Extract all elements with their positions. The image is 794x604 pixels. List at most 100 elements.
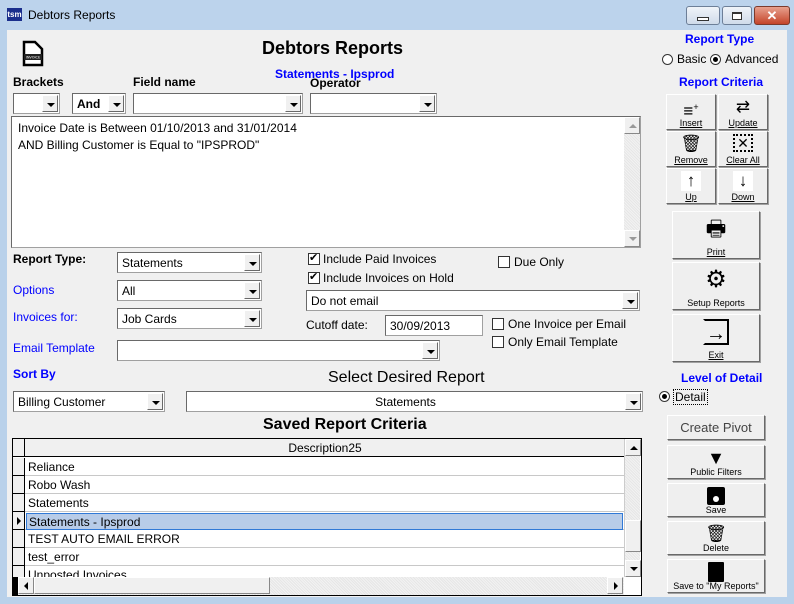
table-row[interactable]: test_error bbox=[13, 548, 624, 566]
column-header-description[interactable]: Description25 bbox=[26, 441, 624, 455]
row-selector[interactable] bbox=[13, 548, 25, 566]
update-button[interactable]: ⇄ Update bbox=[718, 94, 768, 130]
report-type-select[interactable]: Statements bbox=[117, 252, 262, 273]
only-template-checkbox[interactable] bbox=[492, 336, 504, 348]
setup-reports-button[interactable]: ⚙ Setup Reports bbox=[672, 262, 760, 310]
close-button[interactable]: ✕ bbox=[754, 6, 790, 25]
operator-label: Operator bbox=[310, 76, 361, 90]
include-paid-checkbox[interactable] bbox=[308, 251, 320, 265]
row-selector[interactable] bbox=[13, 530, 25, 548]
chevron-down-icon[interactable] bbox=[285, 95, 301, 112]
due-only-checkbox[interactable] bbox=[498, 256, 510, 268]
maximize-button[interactable] bbox=[722, 6, 752, 25]
one-invoice-label: One Invoice per Email bbox=[508, 317, 627, 331]
main-window: INVOICE Debtors Reports Statements - Ips… bbox=[7, 30, 787, 597]
print-button[interactable]: 🖶 Print bbox=[672, 211, 760, 259]
clear-selection-icon: ✕ bbox=[733, 134, 753, 152]
trash-icon: 🗑 bbox=[680, 134, 702, 153]
row-selector[interactable] bbox=[13, 494, 25, 512]
current-row-indicator[interactable] bbox=[13, 512, 25, 530]
select-report-dropdown[interactable]: Statements bbox=[186, 391, 643, 412]
scroll-down-button[interactable] bbox=[625, 560, 641, 577]
close-icon: ✕ bbox=[766, 7, 778, 23]
scroll-down-button[interactable] bbox=[624, 230, 640, 247]
chevron-down-icon[interactable] bbox=[622, 292, 638, 309]
cutoff-date-input[interactable]: 30/09/2013 bbox=[385, 315, 483, 336]
chevron-down-icon[interactable] bbox=[244, 254, 260, 271]
scroll-thumb[interactable] bbox=[625, 520, 641, 552]
row-selector[interactable] bbox=[13, 458, 25, 476]
up-button[interactable]: ↑ Up bbox=[666, 168, 716, 204]
scroll-thumb-horizontal[interactable] bbox=[34, 577, 270, 594]
sort-by-select[interactable]: Billing Customer bbox=[13, 391, 165, 412]
grid-corner bbox=[13, 439, 25, 456]
arrow-up-icon: ↑ bbox=[681, 171, 701, 191]
chevron-down-icon[interactable] bbox=[419, 95, 435, 112]
chevron-down-icon[interactable] bbox=[42, 95, 58, 112]
row-description: Statements - Ipsprod bbox=[26, 513, 623, 530]
remove-button[interactable]: 🗑 Remove bbox=[666, 131, 716, 167]
email-mode-select[interactable]: Do not email bbox=[306, 290, 640, 311]
table-row[interactable]: Statements bbox=[13, 494, 624, 512]
table-row[interactable]: TEST AUTO EMAIL ERROR bbox=[13, 530, 624, 548]
criteria-textarea[interactable]: Invoice Date is Between 01/10/2013 and 3… bbox=[11, 116, 641, 248]
chevron-down-icon[interactable] bbox=[244, 282, 260, 299]
row-selector[interactable] bbox=[13, 476, 25, 494]
scroll-up-button[interactable] bbox=[625, 439, 641, 456]
delete-button[interactable]: 🗑 Delete bbox=[667, 521, 765, 555]
arrow-down-icon: ↓ bbox=[733, 171, 753, 191]
filter-icon: ▼ bbox=[707, 448, 725, 468]
scroll-right-button[interactable] bbox=[607, 577, 623, 594]
email-template-select[interactable] bbox=[117, 340, 440, 361]
saved-criteria-grid[interactable]: Description25 Reliance Robo Wash Statement… bbox=[12, 438, 642, 596]
exit-button[interactable]: → Exit bbox=[672, 314, 760, 362]
public-filters-button[interactable]: ▼ Public Filters bbox=[667, 445, 765, 479]
create-pivot-button[interactable]: Create Pivot bbox=[667, 415, 765, 440]
row-description: test_error bbox=[28, 550, 80, 564]
include-paid-label: Include Paid Invoices bbox=[323, 252, 437, 266]
grid-header: Description25 bbox=[13, 439, 624, 457]
chevron-down-icon[interactable] bbox=[147, 393, 163, 410]
minimize-button[interactable] bbox=[686, 6, 720, 25]
report-type-label: Report Type: bbox=[13, 252, 87, 266]
email-template-label: Email Template bbox=[13, 341, 95, 355]
chevron-up-icon bbox=[629, 124, 637, 128]
grid-horizontal-scrollbar[interactable] bbox=[13, 577, 624, 595]
table-row[interactable]: Reliance bbox=[13, 458, 624, 476]
grid-vertical-scrollbar[interactable] bbox=[624, 439, 641, 577]
criteria-scrollbar[interactable] bbox=[624, 117, 640, 247]
one-invoice-checkbox[interactable] bbox=[492, 318, 504, 330]
logic-select[interactable]: And bbox=[72, 93, 126, 114]
scroll-up-button[interactable] bbox=[624, 117, 640, 134]
brackets-select[interactable] bbox=[13, 93, 60, 114]
basic-radio[interactable] bbox=[662, 54, 673, 65]
insert-button[interactable]: ≡+ Insert bbox=[666, 94, 716, 130]
table-row[interactable]: Statements - Ipsprod bbox=[13, 512, 624, 530]
criteria-line: AND Billing Customer is Equal to "IPSPRO… bbox=[18, 138, 260, 152]
options-label: Options bbox=[13, 283, 55, 297]
save-to-my-reports-button[interactable]: Save to "My Reports" bbox=[667, 559, 765, 593]
app-logo: tsm bbox=[7, 8, 22, 21]
options-select[interactable]: All bbox=[117, 280, 262, 301]
invoices-for-select[interactable]: Job Cards bbox=[117, 308, 262, 329]
svg-text:INVOICE: INVOICE bbox=[26, 56, 40, 60]
scroll-left-button[interactable] bbox=[18, 577, 34, 594]
criteria-line: Invoice Date is Between 01/10/2013 and 3… bbox=[18, 121, 297, 135]
chevron-down-icon[interactable] bbox=[422, 342, 438, 359]
field-name-select[interactable] bbox=[133, 93, 303, 114]
chevron-down-icon[interactable] bbox=[625, 393, 641, 410]
operator-select[interactable] bbox=[310, 93, 437, 114]
invoices-for-label: Invoices for: bbox=[13, 310, 78, 324]
chevron-down-icon[interactable] bbox=[244, 310, 260, 327]
save-button[interactable]: Save bbox=[667, 483, 765, 517]
clear-all-button[interactable]: ✕ Clear All bbox=[718, 131, 768, 167]
chevron-down-icon[interactable] bbox=[108, 95, 124, 112]
detail-radio[interactable] bbox=[659, 391, 670, 402]
table-row[interactable]: Robo Wash bbox=[13, 476, 624, 494]
advanced-radio[interactable] bbox=[710, 54, 721, 65]
down-button[interactable]: ↓ Down bbox=[718, 168, 768, 204]
include-hold-checkbox[interactable] bbox=[308, 270, 320, 284]
due-only-label: Due Only bbox=[514, 255, 565, 269]
repeat-icon: ⇄ bbox=[735, 97, 751, 116]
cutoff-date-label: Cutoff date: bbox=[306, 318, 368, 332]
